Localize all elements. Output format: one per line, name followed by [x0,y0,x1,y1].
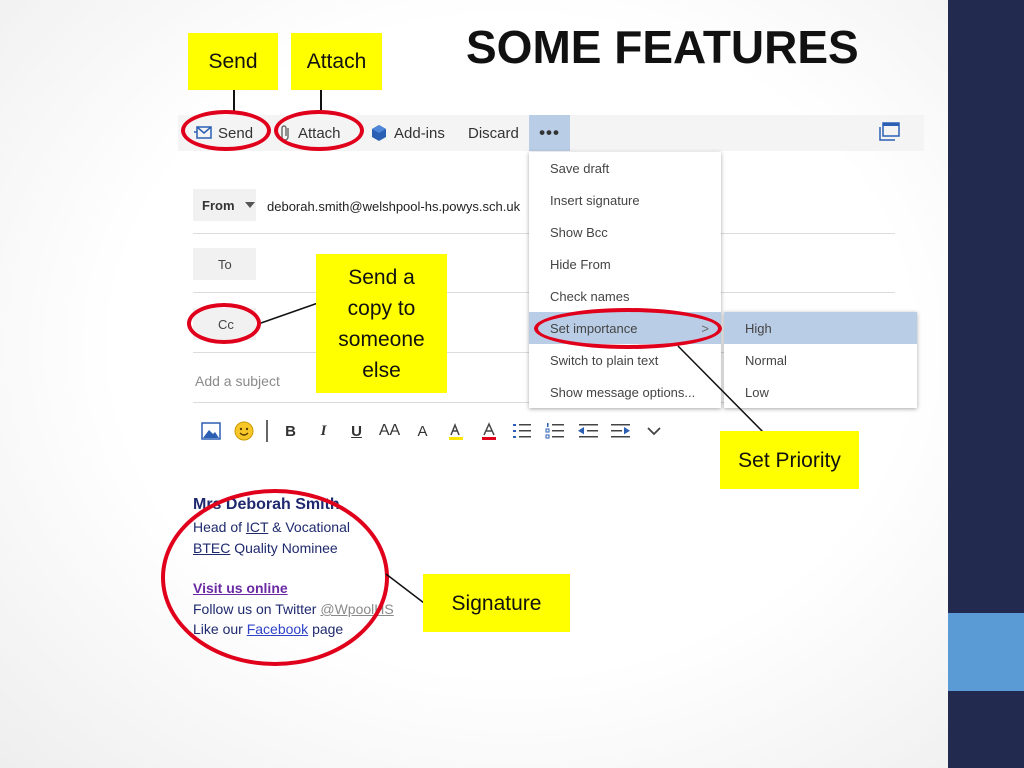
cc-leader-line [260,302,319,324]
cc-callout-line2: copy to [347,296,416,320]
priority-leader-line [677,345,764,433]
cc-callout: Send a copy to someone else [316,254,447,393]
signature-leader-line [385,573,425,604]
cc-callout-line1: Send a [348,265,415,289]
signature-callout: Signature [423,574,570,632]
priority-callout: Set Priority [720,431,859,489]
annotation-lines [260,302,764,604]
cc-callout-line3: someone [338,327,425,351]
cc-callout-line4: else [362,358,401,382]
